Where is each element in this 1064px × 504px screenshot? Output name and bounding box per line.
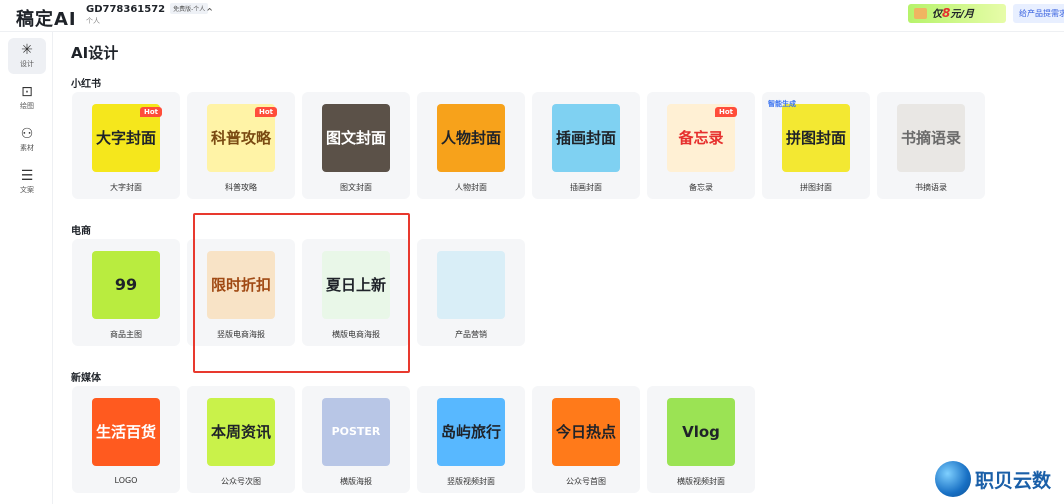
template-thumbnail: 本周资讯 [207,398,275,466]
template-card-label: 图文封面 [340,183,372,192]
template-card-label: LOGO [114,476,138,485]
template-card-label: 竖版视频封面 [447,477,495,486]
template-thumbnail: POSTER [322,398,390,466]
thumbnail-text: 拼图封面 [785,128,846,147]
chevron-up-down-icon[interactable]: ⌃ [205,6,214,19]
feedback-button[interactable]: 给产品提需求 [1013,4,1064,23]
template-card[interactable]: Vlog 横版视频封面 [647,386,755,493]
hot-badge: Hot [140,107,163,117]
sidebar-item-design[interactable]: ✳ 设计 [8,38,46,74]
template-card-label: 横版视频封面 [677,477,725,486]
template-thumbnail: 岛屿旅行 [437,398,505,466]
plan-badge: 免费版-个人 [170,3,209,14]
globe-logo-icon [935,461,971,497]
sidebar-item-draw[interactable]: ⊡ 绘图 [8,80,46,116]
assets-icon: ⚇ [20,126,34,142]
template-card[interactable]: 拼图封面 智能生成拼图封面 [762,92,870,199]
template-card-label: 横版海报 [340,477,372,486]
template-thumbnail: 拼图封面 [782,104,850,172]
thumbnail-text: 生活百货 [95,422,156,441]
template-card-label: 备忘录 [689,183,713,192]
thumbnail-text: POSTER [331,424,381,438]
thumbnail-text: 插画封面 [555,128,616,147]
template-card[interactable]: 产品营销 [417,239,525,346]
promo-prefix: 仅 [932,9,942,20]
template-card-label: 书摘语录 [915,183,947,192]
gift-box-icon [914,8,927,19]
account-type: 个人 [86,17,100,25]
template-card[interactable]: 备忘录 Hot 备忘录 [647,92,755,199]
template-card[interactable]: 99 商品主图 [72,239,180,346]
thumbnail-text: 岛屿旅行 [440,422,501,441]
template-card[interactable]: 大字封面 Hot 大字封面 [72,92,180,199]
template-card-label: 公众号首图 [566,477,606,486]
sparkle-icon: ✳ [21,42,33,58]
section-title-new-media: 新媒体 [71,373,101,384]
section-title-ecommerce: 电商 [71,226,91,237]
thumbnail-text: 本周资讯 [210,422,271,441]
section-title-xiaohongshu: 小红书 [71,79,101,90]
template-card[interactable]: 生活百货 LOGO [72,386,180,493]
sidebar-item-assets[interactable]: ⚇ 素材 [8,122,46,158]
sidebar-item-copywriting[interactable]: ☰ 文案 [8,164,46,200]
thumbnail-text: 科普攻略 [210,128,271,147]
thumbnail-text: 图文封面 [325,128,386,147]
thumbnail-text: 今日热点 [555,422,616,441]
template-thumbnail: 人物封面 [437,104,505,172]
template-thumbnail [437,251,505,319]
template-card-label: 人物封面 [455,183,487,192]
promo-suffix: 元/月 [950,9,975,20]
sidebar-item-label: 文案 [20,186,34,194]
template-card[interactable]: 岛屿旅行竖版视频封面 [417,386,525,493]
template-card-label: 拼图封面 [800,183,832,192]
template-card[interactable]: 今日热点 公众号首图 [532,386,640,493]
template-card-label: 科普攻略 [225,183,257,192]
promo-banner[interactable]: 仅8元/月 [908,4,1006,23]
thumbnail-text: 书摘语录 [900,128,961,147]
template-card[interactable]: 本周资讯 公众号次图 [187,386,295,493]
template-thumbnail: 插画封面 [552,104,620,172]
template-card[interactable]: 插画封面 插画封面 [532,92,640,199]
template-card[interactable]: 科普攻略 Hot 科普攻略 [187,92,295,199]
account-switcher[interactable]: GD778361572 免费版-个人 个人 [86,3,209,26]
sidebar-item-label: 绘图 [20,102,34,110]
template-card[interactable]: 人物封面 人物封面 [417,92,525,199]
template-card[interactable]: 书摘语录 书摘语录 [877,92,985,199]
text-lines-icon: ☰ [20,168,34,184]
template-thumbnail: 今日热点 [552,398,620,466]
page-title: AI设计 [71,44,119,62]
thumbnail-text: 备忘录 [678,128,724,147]
template-card-label: 产品营销 [455,330,487,339]
smart-generate-badge: 智能生成 [768,100,796,108]
template-card-label: 商品主图 [110,330,142,339]
highlight-box [193,213,410,373]
template-thumbnail: 99 [92,251,160,319]
hot-badge: Hot [255,107,278,117]
template-thumbnail: 书摘语录 [897,104,965,172]
template-card-label: 插画封面 [570,183,602,192]
thumbnail-text: Vlog [682,422,720,441]
template-card-label: 大字封面 [110,183,142,192]
template-card[interactable]: 图文封面 图文封面 [302,92,410,199]
template-card-label: 公众号次图 [221,477,261,486]
thumbnail-text: 人物封面 [440,128,501,147]
template-thumbnail: Vlog [667,398,735,466]
image-add-icon: ⊡ [21,84,33,100]
app-logo[interactable]: 稿定AI [16,5,77,31]
hot-badge: Hot [715,107,738,117]
template-thumbnail: 生活百货 [92,398,160,466]
account-id: GD778361572 [86,4,166,15]
sidebar-item-label: 设计 [20,60,34,68]
template-thumbnail: 图文封面 [322,104,390,172]
template-card[interactable]: POSTER 横版海报 [302,386,410,493]
top-bar: 稿定AI GD778361572 免费版-个人 个人 ⌃ 仅8元/月 给产品提需求 [0,0,1064,32]
thumbnail-text: 99 [114,275,138,295]
thumbnail-text: 大字封面 [95,128,156,147]
sidebar: ✳ 设计 ⊡ 绘图 ⚇ 素材 ☰ 文案 [0,32,53,504]
sidebar-item-label: 素材 [20,144,34,152]
watermark-text: 职贝云数 [975,470,1052,492]
